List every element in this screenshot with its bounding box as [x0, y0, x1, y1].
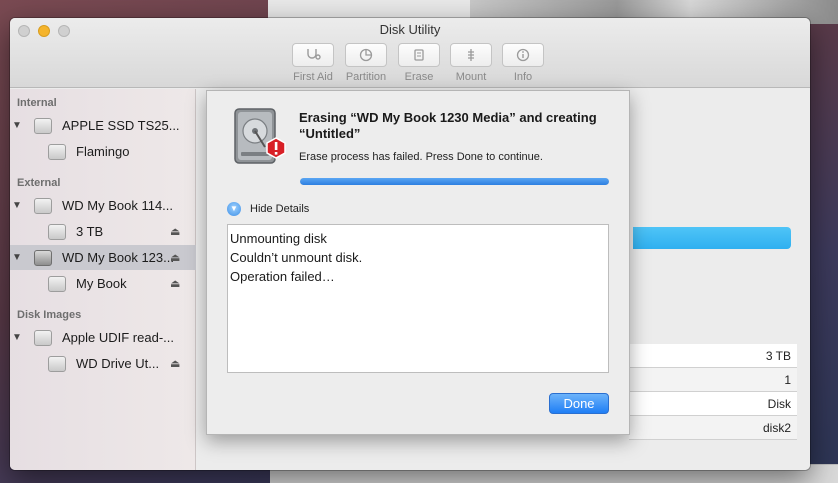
volume-icon [48, 223, 66, 240]
sidebar-item-flamingo[interactable]: Flamingo [10, 139, 196, 164]
pie-icon [345, 43, 387, 67]
sidebar-section-disk-images: Disk Images [17, 309, 82, 321]
sidebar-item-apple-udif[interactable]: ▼ Apple UDIF read-... [10, 325, 196, 350]
toolbar-label: Erase [404, 71, 434, 83]
info-icon [502, 43, 544, 67]
info-value: 1 [629, 368, 797, 392]
toolbar-label: Partition [345, 71, 387, 83]
sidebar-item-3tb[interactable]: 3 TB ⏏ [10, 219, 196, 244]
sidebar: Internal ▼ APPLE SSD TS25... Flamingo Ex… [10, 89, 196, 470]
toolbar-partition[interactable]: Partition [342, 43, 390, 83]
info-value: 3 TB [629, 344, 797, 368]
volume-icon [48, 355, 66, 372]
sidebar-item-label: WD My Book 123... [62, 250, 174, 265]
disclosure-down-icon[interactable]: ▼ [227, 202, 241, 216]
hide-details-label: Hide Details [250, 203, 310, 215]
toolbar-label: Mount [455, 71, 487, 83]
toolbar-mount[interactable]: Mount [447, 43, 495, 83]
internal-disk-icon [34, 117, 52, 134]
toolbar-label: Info [513, 71, 533, 83]
eject-icon[interactable]: ⏏ [170, 251, 180, 264]
sidebar-item-label: 3 TB [76, 224, 104, 239]
disclosure-triangle-icon[interactable]: ▼ [12, 252, 22, 263]
hide-details-toggle[interactable]: ▼ Hide Details [227, 202, 309, 216]
sidebar-section-external: External [17, 177, 61, 189]
stethoscope-icon [292, 43, 334, 67]
info-value: Disk [629, 392, 797, 416]
info-value: disk2 [629, 416, 797, 440]
sidebar-item-label: WD My Book 114... [62, 198, 174, 213]
volume-icon [48, 143, 66, 160]
disclosure-triangle-icon[interactable]: ▼ [12, 332, 22, 343]
eject-icon[interactable]: ⏏ [170, 277, 180, 290]
titlebar: Disk Utility First Aid Partition Erase M… [10, 18, 810, 88]
window-title: Disk Utility [379, 22, 441, 37]
toolbar-label: First Aid [293, 71, 333, 83]
sidebar-item-label: Apple UDIF read-... [62, 330, 174, 345]
done-button[interactable]: Done [549, 393, 609, 414]
hard-drive-alert-icon [231, 107, 286, 167]
erase-sheet: Erasing “WD My Book 1230 Media” and crea… [206, 90, 630, 435]
external-disk-icon [34, 197, 52, 214]
toolbar-info[interactable]: Info [499, 43, 547, 83]
eject-icon[interactable]: ⏏ [170, 357, 180, 370]
sidebar-item-label: WD Drive Ut... [76, 356, 160, 371]
log-line: Operation failed… [230, 269, 335, 284]
sidebar-item-wd-my-book-123[interactable]: ▼ WD My Book 123... ⏏ [10, 245, 196, 270]
log-line: Unmounting disk [230, 231, 327, 246]
erase-progress-bar [300, 178, 609, 185]
sidebar-item-apple-ssd[interactable]: ▼ APPLE SSD TS25... [10, 113, 196, 138]
eject-icon[interactable]: ⏏ [170, 225, 180, 238]
sidebar-item-label: Flamingo [76, 144, 130, 159]
external-disk-icon [34, 249, 52, 266]
toolbar-first-aid[interactable]: First Aid [289, 43, 337, 83]
volume-icon [48, 275, 66, 292]
details-log[interactable]: Unmounting disk Couldn’t unmount disk. O… [227, 224, 609, 373]
sidebar-item-label: APPLE SSD TS25... [62, 118, 180, 133]
sidebar-item-wd-my-book-114[interactable]: ▼ WD My Book 114... [10, 193, 196, 218]
sidebar-section-internal: Internal [17, 97, 57, 109]
log-line: Couldn’t unmount disk. [230, 250, 363, 265]
toolbar-erase[interactable]: Erase [395, 43, 443, 83]
progress-fill [300, 178, 609, 185]
sidebar-item-wd-drive-ut[interactable]: WD Drive Ut... ⏏ [10, 351, 196, 376]
disclosure-triangle-icon[interactable]: ▼ [12, 200, 22, 211]
sidebar-item-label: My Book [76, 276, 127, 291]
eraser-icon [398, 43, 440, 67]
disclosure-triangle-icon[interactable]: ▼ [12, 120, 22, 131]
info-table: 3 TB 1 Disk disk2 [629, 344, 797, 440]
disk-image-icon [34, 329, 52, 346]
usage-bar [633, 227, 791, 249]
mount-icon [450, 43, 492, 67]
sheet-title: Erasing “WD My Book 1230 Media” and crea… [299, 110, 597, 141]
sheet-message: Erase process has failed. Press Done to … [299, 151, 543, 163]
sidebar-item-my-book[interactable]: My Book ⏏ [10, 271, 196, 296]
